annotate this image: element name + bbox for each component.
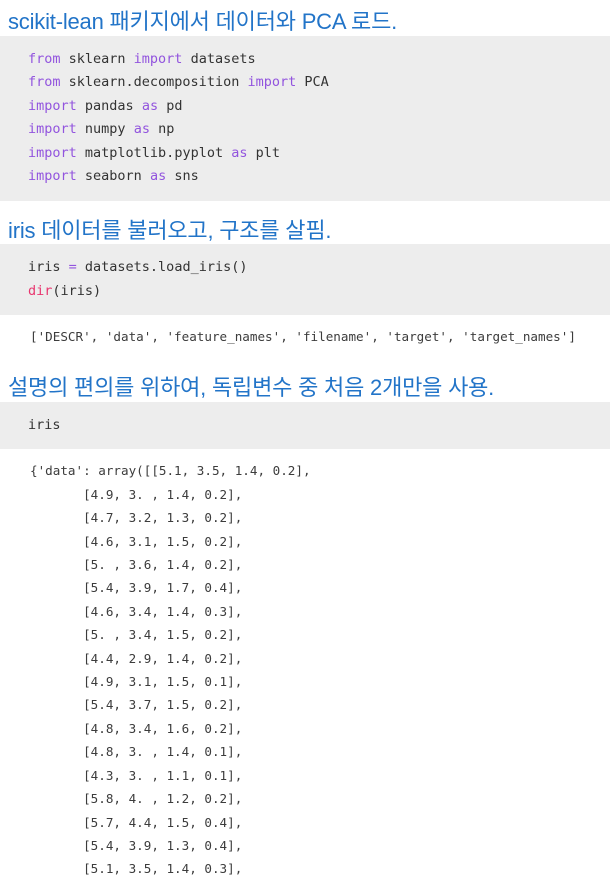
section-heading-load-packages: scikit-lean 패키지에서 데이터와 PCA 로드. [8, 9, 398, 34]
section-heading-two-features: 설명의 편의를 위하여, 독립변수 중 처음 2개만을 사용. [8, 375, 495, 401]
output-iris-array-text: {'data': array([[5.1, 3.5, 1.4, 0.2], [4… [30, 463, 311, 877]
output-cell-dir-listing: ['DESCR', 'data', 'feature_names', 'file… [0, 315, 610, 359]
output-dir-listing-text: ['DESCR', 'data', 'feature_names', 'file… [30, 329, 576, 344]
code-cell-iris[interactable]: iris [0, 401, 610, 450]
code-cell-load-iris-source[interactable]: iris = datasets.load_iris() dir(iris) [28, 256, 610, 303]
code-cell-iris-source[interactable]: iris [28, 414, 610, 438]
code-cell-load-iris[interactable]: iris = datasets.load_iris() dir(iris) [0, 244, 610, 315]
section-heading-load-iris: iris 데이터를 불러오고, 구조를 살핌. [8, 217, 332, 243]
code-cell-imports-source[interactable]: from sklearn import datasets from sklear… [28, 48, 610, 189]
code-cell-imports[interactable]: from sklearn import datasets from sklear… [0, 35, 610, 201]
output-cell-iris-array: {'data': array([[5.1, 3.5, 1.4, 0.2], [4… [0, 449, 610, 891]
notebook-page: scikit-lean 패키지에서 데이터와 PCA 로드. from skle… [0, 0, 610, 891]
